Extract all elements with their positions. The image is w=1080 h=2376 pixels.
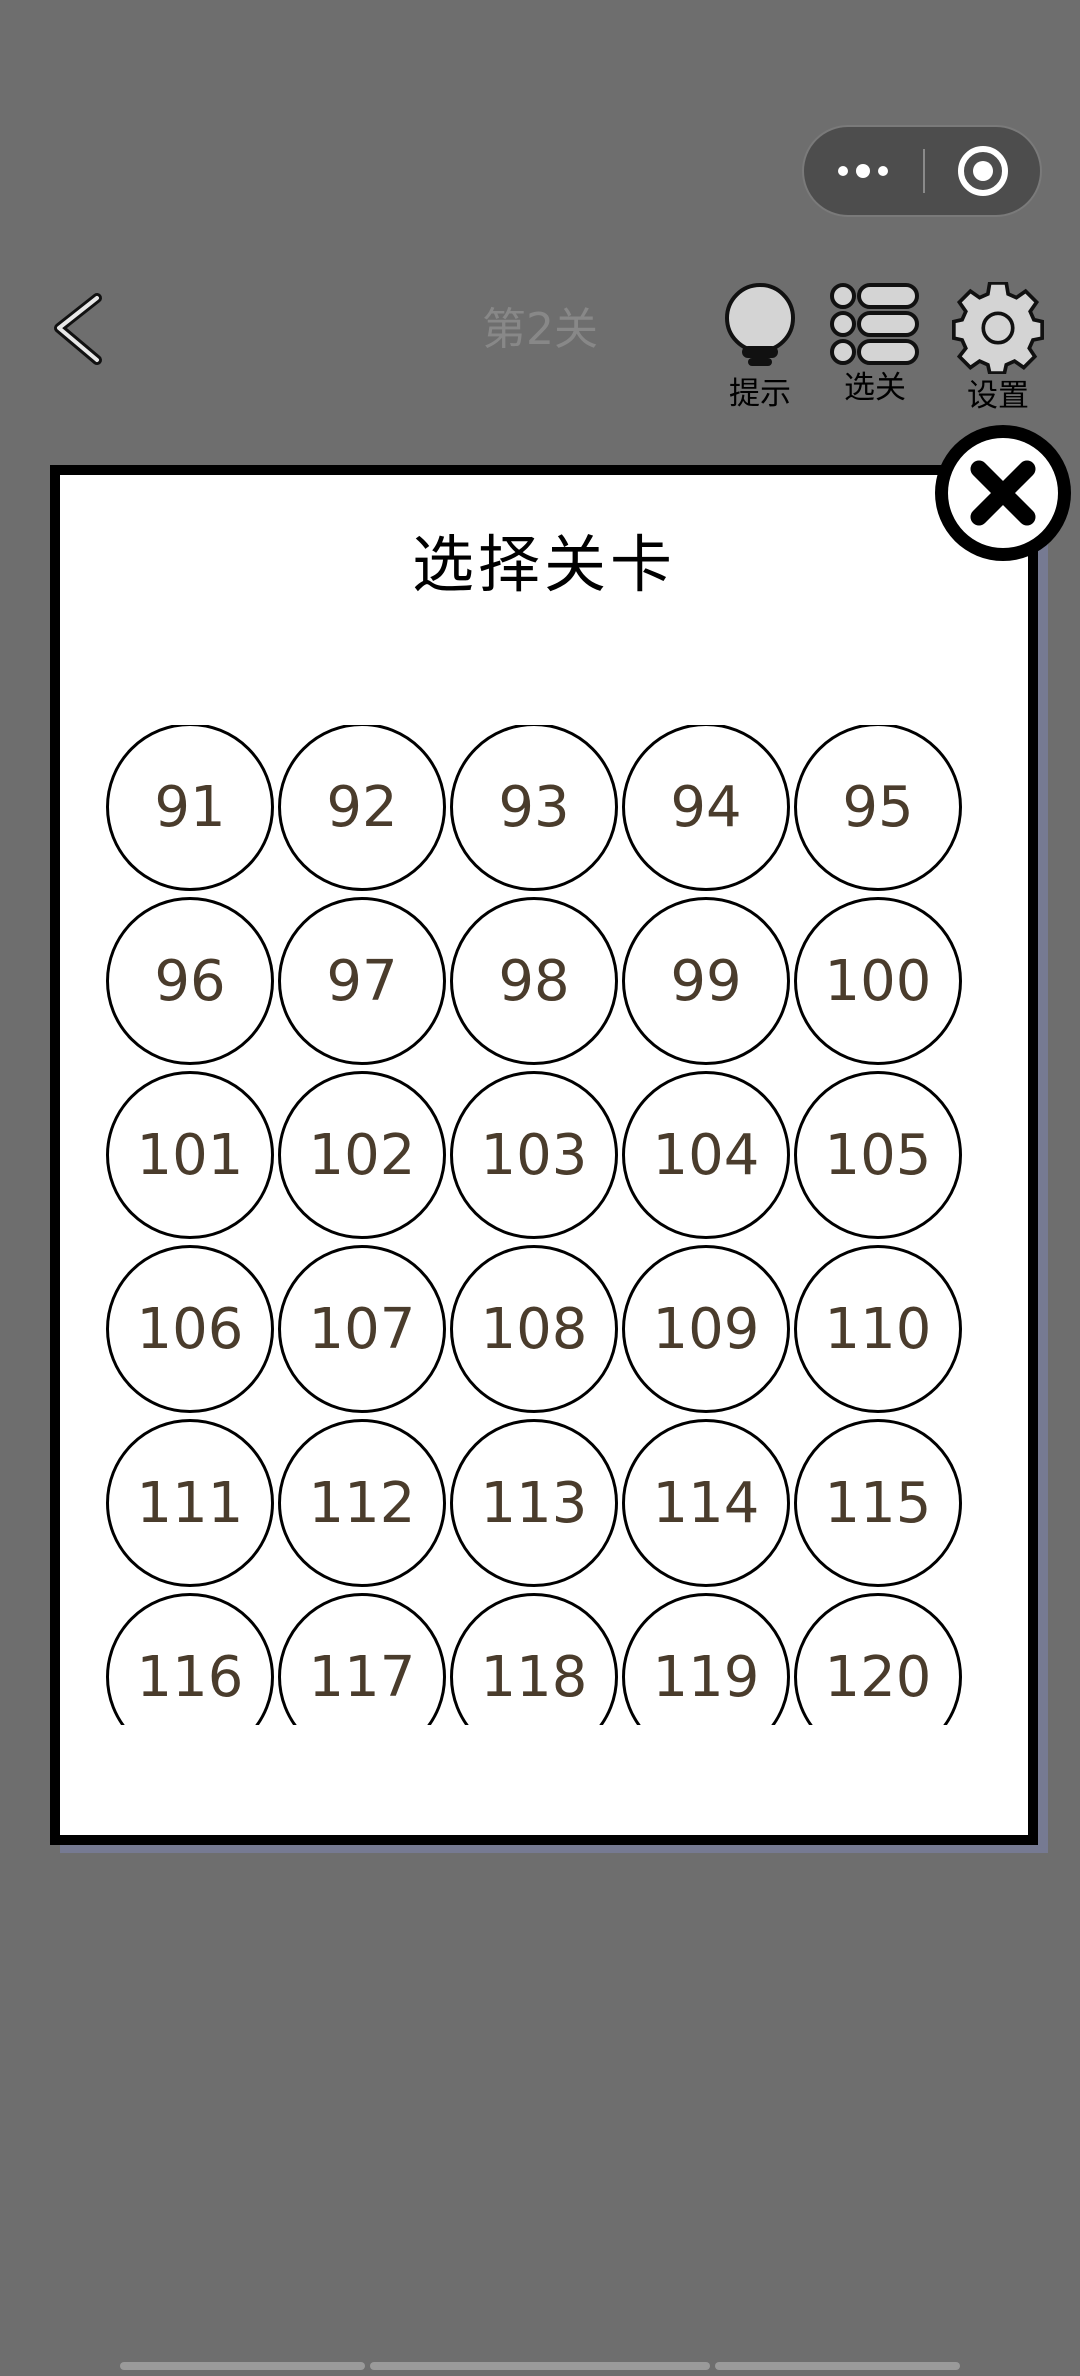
- level-list-icon: [830, 283, 919, 365]
- level-button[interactable]: 103: [450, 1071, 618, 1239]
- level-button[interactable]: 114: [622, 1419, 790, 1587]
- back-button[interactable]: [45, 290, 115, 370]
- level-button[interactable]: 108: [450, 1245, 618, 1413]
- level-select-dialog: 选择关卡 91 92 93 94 95 96 97 98 99 100 101 102 103 104 10…: [50, 465, 1038, 1845]
- level-button[interactable]: 117: [278, 1593, 446, 1725]
- settings-button[interactable]: 设置: [943, 282, 1053, 416]
- level-button[interactable]: 104: [622, 1071, 790, 1239]
- level-button[interactable]: 91: [106, 725, 274, 891]
- level-button[interactable]: 99: [622, 897, 790, 1065]
- home-indicator-segment: [370, 2362, 710, 2370]
- level-button[interactable]: 105: [794, 1071, 962, 1239]
- level-button[interactable]: 109: [622, 1245, 790, 1413]
- level-grid: 91 92 93 94 95 96 97 98 99 100 101 102 103 104 105 106 1…: [106, 725, 962, 1725]
- level-button[interactable]: 107: [278, 1245, 446, 1413]
- select-level-label: 选关: [844, 370, 906, 406]
- dialog-title: 选择关卡: [411, 528, 676, 601]
- close-dialog-button[interactable]: [935, 425, 1071, 561]
- level-button[interactable]: 112: [278, 1419, 446, 1587]
- level-button[interactable]: 102: [278, 1071, 446, 1239]
- select-level-button[interactable]: 选关: [820, 282, 930, 408]
- level-button[interactable]: 106: [106, 1245, 274, 1413]
- level-button[interactable]: 94: [622, 725, 790, 891]
- home-indicator-segment: [715, 2362, 960, 2370]
- level-button[interactable]: 95: [794, 725, 962, 891]
- level-button[interactable]: 101: [106, 1071, 274, 1239]
- settings-label: 设置: [967, 378, 1029, 414]
- record-circle-icon[interactable]: [958, 146, 1008, 196]
- level-button[interactable]: 119: [622, 1593, 790, 1725]
- chevron-left-icon: [54, 293, 102, 365]
- level-button[interactable]: 118: [450, 1593, 618, 1725]
- lightbulb-icon: [725, 283, 795, 366]
- more-dots-icon[interactable]: [804, 127, 922, 215]
- capsule-divider: [923, 149, 925, 193]
- level-button[interactable]: 113: [450, 1419, 618, 1587]
- level-button[interactable]: 111: [106, 1419, 274, 1587]
- level-button[interactable]: 100: [794, 897, 962, 1065]
- level-button[interactable]: 120: [794, 1593, 962, 1725]
- gear-icon: [952, 282, 1044, 374]
- hint-button[interactable]: 提示: [705, 282, 815, 414]
- level-button[interactable]: 98: [450, 897, 618, 1065]
- level-button[interactable]: 97: [278, 897, 446, 1065]
- close-x-icon: [970, 460, 1036, 526]
- miniprogram-capsule: [802, 125, 1042, 217]
- level-button[interactable]: 92: [278, 725, 446, 891]
- home-indicator-segment: [120, 2362, 365, 2370]
- level-button[interactable]: 93: [450, 725, 618, 891]
- level-button[interactable]: 96: [106, 897, 274, 1065]
- level-grid-scroll[interactable]: 91 92 93 94 95 96 97 98 99 100 101 102 103 104 105 106 1…: [106, 725, 976, 1725]
- level-button[interactable]: 115: [794, 1419, 962, 1587]
- level-title: 第2关: [482, 304, 598, 355]
- level-button[interactable]: 110: [794, 1245, 962, 1413]
- level-button[interactable]: 116: [106, 1593, 274, 1725]
- hint-label: 提示: [729, 376, 791, 412]
